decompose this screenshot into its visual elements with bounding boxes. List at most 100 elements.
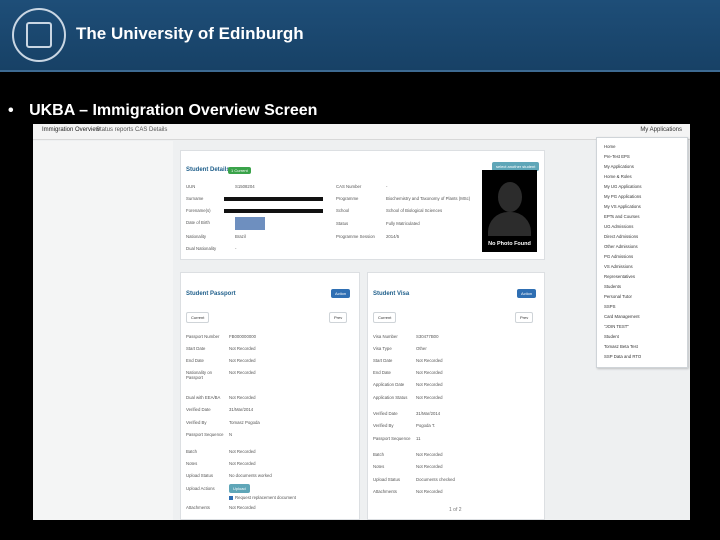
status-value: Fully Matriculated [386,221,420,226]
passport-row-label: Upload Actions [186,486,215,491]
visa-row-label: Application Status [373,395,408,400]
person-silhouette-icon [498,182,522,212]
uun-value: S1508204 [235,184,255,189]
visa-row-value: Not Recorded [416,382,443,387]
passport-row-value: Not Recorded [229,370,256,375]
visa-row-value: Documents checked [416,477,455,482]
visa-row-label: Verified By [373,423,394,428]
menu-item[interactable]: Personal Tutor [604,294,632,299]
visa-heading: Student Visa [373,291,410,297]
nationality-value: Brazil [235,234,246,239]
passport-row-value: Not Recorded [229,395,256,400]
school-label: School [336,208,350,213]
programme-label: Programme [336,196,359,201]
visa-action-button[interactable]: Action [517,289,537,298]
top-tab-bar: Immigration Overview Status reports CAS … [33,124,690,140]
visa-prev-button[interactable]: Prev [515,312,534,323]
visa-row-label: Notes [373,464,385,469]
menu-item[interactable]: My Applications [604,164,634,169]
menu-item[interactable]: Home [604,144,615,149]
visa-row-value: Other [416,346,427,351]
passport-row-value: FB000000000 [229,334,256,339]
visa-row-label: End Date [373,370,391,375]
visa-row-value: Not Recorded [416,395,443,400]
student-photo: No Photo Found [482,170,537,252]
menu-item[interactable]: Representatives [604,274,635,279]
visa-row-value: Not Recorded [416,464,443,469]
menu-item[interactable]: My UG Applications [604,184,642,189]
tab-immigration-overview[interactable]: Immigration Overview [42,127,100,133]
visa-row-label: Verified Date [373,411,398,416]
menu-item[interactable]: Tomasz Beta Test [604,344,638,349]
menu-item[interactable]: My PG Applications [604,194,641,199]
menu-item[interactable]: SSPS [604,304,615,309]
menu-item[interactable]: VS Admissions [604,264,633,269]
current-badge: 1 Current [228,167,251,174]
tab-status-reports[interactable]: Status reports [96,127,133,133]
menu-item[interactable]: Card Management [604,314,640,319]
menu-item[interactable]: Pre-Test EPS [604,154,630,159]
visa-row-label: Passport Sequence [373,436,411,441]
checkbox-icon[interactable] [229,496,233,500]
passport-row-label: Upload Status [186,473,213,478]
nationality-label: Nationality [186,234,207,239]
university-name: The University of Edinburgh [76,24,304,43]
menu-item[interactable]: EPTs and Courses [604,214,640,219]
visa-row-value: Pogoda T. [416,423,436,428]
slide: The University of Edinburgh • UKBA – Imm… [0,0,720,540]
dual-nationality-value: - [235,246,237,251]
upload-button[interactable]: Upload [229,484,250,493]
passport-current-button[interactable]: Current [186,312,210,323]
visa-row-label: Visa Number [373,334,398,339]
visa-row-label: Visa Type [373,346,392,351]
visa-row-label: Attachments [373,489,397,494]
passport-row-label: Dual with EEA/BA [186,395,221,400]
menu-item[interactable]: Student [604,334,619,339]
programme-session-label: Programme Session [336,234,375,239]
passport-row-label: Attachments [186,505,210,510]
programme-value: Biochemistry and Taxonomy of Plants (MSc… [386,196,471,201]
my-applications-menu[interactable]: My Applications [640,127,682,133]
visa-row-value: 11 [416,436,421,441]
passport-row-value: Not Recorded [229,505,256,510]
menu-item[interactable]: Direct Admissions [604,234,638,239]
passport-action-button[interactable]: Action [331,289,351,298]
passport-prev-button[interactable]: Prev [329,312,348,323]
visa-row-value: Not Recorded [416,370,443,375]
status-label: Status [336,221,349,226]
passport-row-value: N [229,432,233,437]
menu-item[interactable]: Other Admissions [604,244,638,249]
menu-item[interactable]: My VS Applications [604,204,641,209]
visa-row-label: Application Date [373,382,405,387]
redaction-bar [224,197,323,201]
passport-row-label: Verified By [186,420,207,425]
visa-current-button[interactable]: Current [373,312,397,323]
school-value: School of Biological Sciences [386,208,443,213]
dob-highlight [235,217,265,230]
cas-number-label: CAS Number [336,184,362,189]
passport-row-label: Passport Sequence [186,432,224,437]
menu-item[interactable]: UG Admissions [604,224,633,229]
request-replacement-link[interactable]: Request replacement document [235,495,296,500]
visa-row-value: Not Recorded [416,358,443,363]
menu-item[interactable]: PG Admissions [604,254,633,259]
passport-row-label: Batch [186,449,197,454]
menu-item[interactable]: Students [604,284,621,289]
passport-heading: Student Passport [186,291,236,297]
student-details-heading: Student Details [186,167,230,173]
passport-row-label: End Date [186,358,204,363]
passport-row-value: Not Recorded [229,461,256,466]
visa-row-value: S30477B00 [416,334,439,339]
tab-cas-details[interactable]: CAS Details [135,127,167,133]
redaction-bar [224,209,323,213]
visa-row-label: Upload Status [373,477,400,482]
forenames-label: Forename(s) [186,208,211,213]
passport-row-value: Not Recorded [229,358,256,363]
passport-row-value: 31/Mar/2014 [229,407,254,412]
programme-session-value: 2014/5 [386,234,400,239]
slide-title: • UKBA – Immigration Overview Screen [8,102,317,120]
passport-row-label: Nationality on Passport [186,370,213,380]
menu-item[interactable]: SSP Data and RTO [604,354,641,359]
menu-item[interactable]: "JOIN TEST" [604,324,629,329]
menu-item[interactable]: Home & Roles [604,174,632,179]
